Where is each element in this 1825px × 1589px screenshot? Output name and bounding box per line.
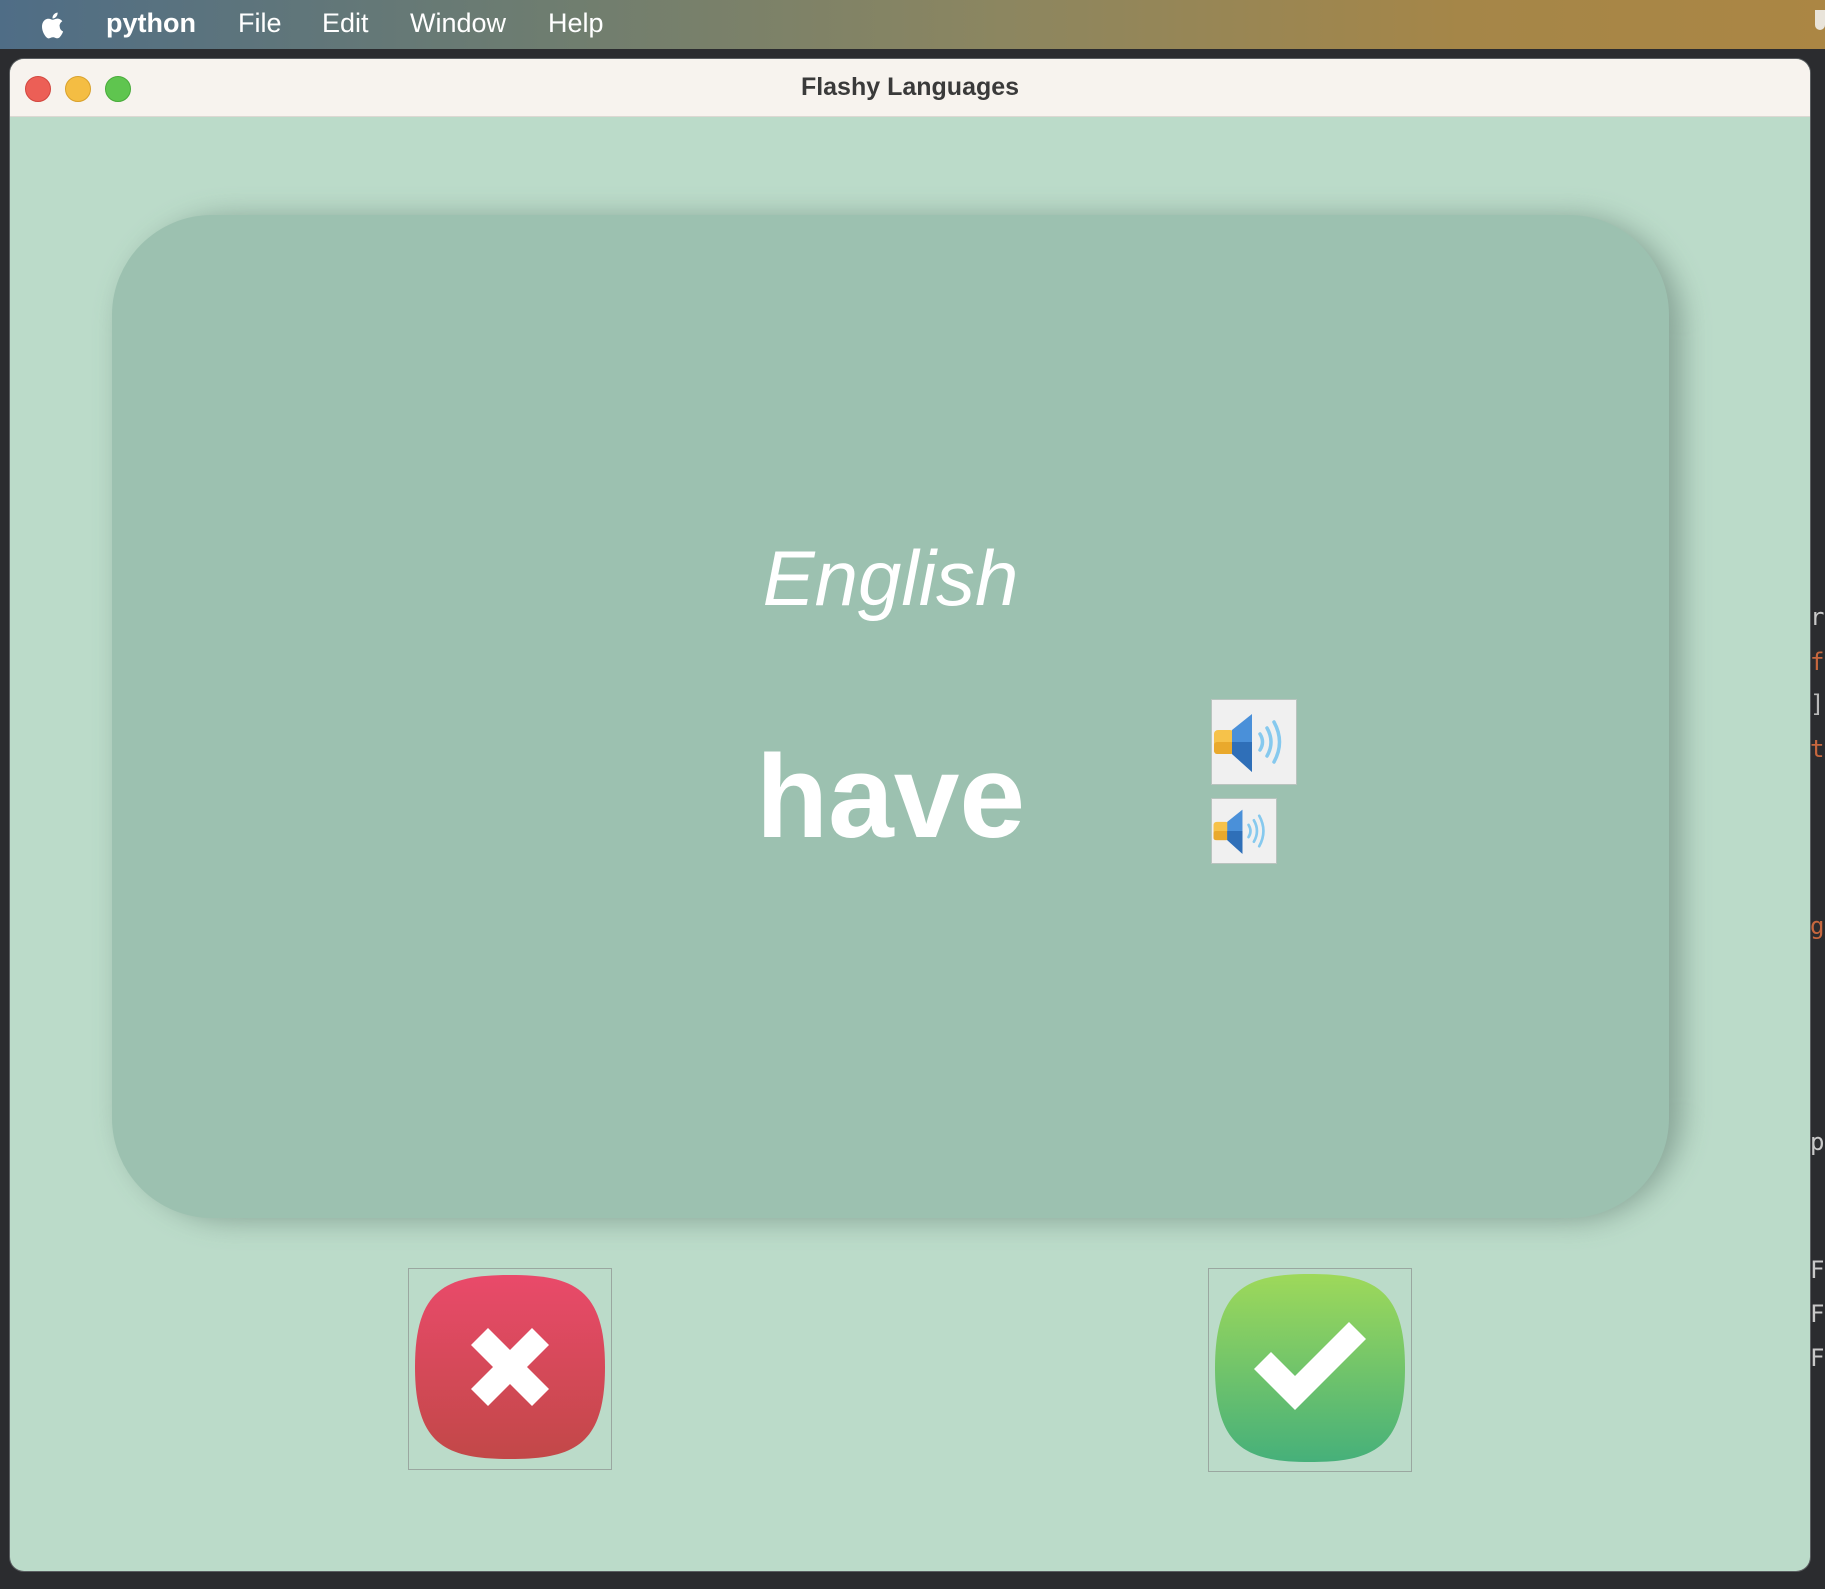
editor-text-fragment: g bbox=[1810, 912, 1825, 940]
editor-text-fragment: F bbox=[1810, 1256, 1825, 1284]
menu-file[interactable]: File bbox=[238, 0, 282, 49]
speaker-icon bbox=[1213, 809, 1265, 854]
editor-text-fragment: t bbox=[1810, 735, 1825, 763]
menu-bar: python File Edit Window Help bbox=[0, 0, 1825, 49]
right-button[interactable] bbox=[1208, 1268, 1412, 1472]
menu-window[interactable]: Window bbox=[410, 0, 506, 49]
check-mark-icon bbox=[1215, 1274, 1405, 1462]
x-mark-icon bbox=[415, 1275, 605, 1459]
editor-text-fragment: ] bbox=[1810, 690, 1825, 718]
title-bar[interactable]: Flashy Languages bbox=[10, 59, 1810, 117]
speaker-icon bbox=[1214, 714, 1282, 772]
app-window: Flashy Languages English have bbox=[10, 59, 1810, 1571]
apple-icon[interactable] bbox=[36, 8, 70, 42]
editor-text-fragment: f bbox=[1810, 648, 1825, 676]
wrong-button[interactable] bbox=[408, 1268, 612, 1470]
status-menu-icon[interactable] bbox=[1815, 10, 1825, 30]
editor-text-fragment: p bbox=[1810, 1128, 1825, 1156]
menu-edit[interactable]: Edit bbox=[322, 0, 369, 49]
editor-text-fragment: r bbox=[1810, 603, 1825, 631]
window-title: Flashy Languages bbox=[800, 73, 1020, 101]
flash-card: English have bbox=[112, 215, 1669, 1218]
play-audio-slow-button[interactable] bbox=[1211, 798, 1277, 864]
card-word: have bbox=[756, 731, 1025, 863]
menu-app-name[interactable]: python bbox=[106, 0, 196, 49]
menu-help[interactable]: Help bbox=[548, 0, 604, 49]
editor-text-fragment: F bbox=[1810, 1344, 1825, 1372]
play-audio-button[interactable] bbox=[1211, 699, 1297, 785]
editor-text-fragment: F bbox=[1810, 1300, 1825, 1328]
card-language-label: English bbox=[762, 534, 1019, 622]
